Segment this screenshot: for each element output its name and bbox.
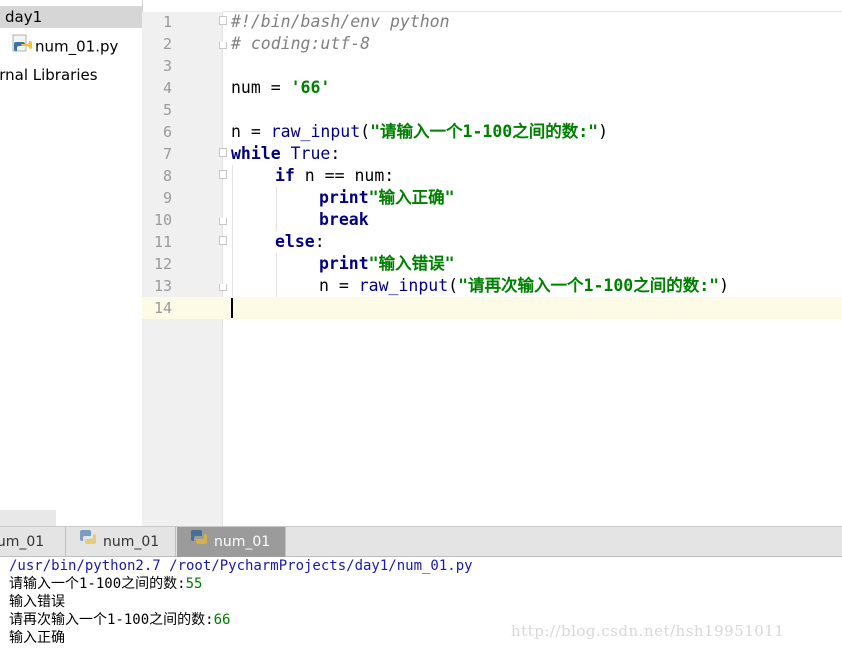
- code-string: "输入错误": [368, 254, 455, 273]
- text-caret: [231, 298, 233, 318]
- python-file-icon: [78, 527, 98, 557]
- code-function: raw_input: [270, 122, 361, 141]
- indent-guide: [276, 187, 277, 231]
- line-number: 3: [162, 57, 172, 75]
- code-token: n =: [231, 122, 271, 141]
- line-number: 4: [162, 79, 172, 97]
- console-prompt: 请输入一个1-100之间的数:: [9, 576, 186, 592]
- run-tab[interactable]: num_01: [66, 527, 176, 557]
- code-token: n == num:: [294, 166, 395, 185]
- current-line-highlight: [142, 297, 842, 319]
- project-tree: day1 num_01.py ernal Libraries: [0, 0, 143, 526]
- fold-marker-icon[interactable]: [219, 148, 227, 157]
- line-number: 5: [162, 101, 172, 119]
- console-line: 请再次输入一个1-100之间的数:66: [9, 611, 230, 629]
- tree-item-external-libraries[interactable]: ernal Libraries: [0, 64, 98, 86]
- code-line-4: num = '66': [231, 77, 330, 99]
- console-prompt: 请再次输入一个1-100之间的数:: [9, 612, 214, 628]
- console-output: 输入错误: [9, 594, 65, 610]
- sidebar-scrollbar[interactable]: [0, 510, 56, 526]
- run-tab[interactable]: num_01: [0, 527, 66, 557]
- console-command: /usr/bin/python2.7 /root/PycharmProjects…: [9, 558, 473, 574]
- console-output: 输入正确: [9, 630, 65, 646]
- code-line-11: else:: [275, 231, 325, 253]
- code-line-6: n = raw_input("请输入一个1-100之间的数:"): [231, 121, 608, 143]
- code-line-10: break: [319, 209, 369, 231]
- code-keyword: print: [319, 188, 369, 207]
- code-string: "输入正确": [368, 188, 455, 207]
- code-keyword: print: [319, 254, 369, 273]
- code-string: "请再次输入一个1-100之间的数:": [458, 276, 720, 295]
- line-number: 7: [162, 145, 172, 163]
- console-input: 66: [213, 612, 231, 628]
- run-tab-active[interactable]: num_01: [177, 527, 286, 557]
- code-string: "请输入一个1-100之间的数:": [370, 122, 599, 141]
- fold-marker-icon[interactable]: [219, 236, 227, 245]
- line-number: 13: [153, 277, 172, 295]
- run-tab-label: num_01: [214, 534, 271, 550]
- python-file-icon: [12, 34, 32, 60]
- watermark: http://blog.csdn.net/hsh19951011: [511, 622, 785, 640]
- code-token: ): [598, 122, 609, 141]
- code-token: (: [360, 122, 371, 141]
- run-tab-label: num_01: [103, 534, 160, 550]
- code-keyword: True: [290, 144, 331, 163]
- indent-guide: [232, 165, 233, 297]
- code-string: '66': [290, 78, 331, 97]
- line-number: 2: [162, 35, 172, 53]
- fold-end-icon[interactable]: [219, 218, 227, 225]
- console-input: 55: [185, 576, 203, 592]
- code-line-1: #!/bin/bash/env python: [231, 12, 450, 31]
- tree-item-day1[interactable]: day1: [0, 6, 142, 28]
- folder-label: day1: [5, 8, 43, 26]
- code-token: n =: [319, 276, 359, 295]
- line-number: 11: [153, 233, 172, 251]
- code-keyword: while: [231, 144, 281, 163]
- code-keyword: break: [319, 210, 369, 229]
- code-token: :: [330, 144, 341, 163]
- python-file-icon: [189, 527, 209, 557]
- tree-item-num-01[interactable]: num_01.py: [12, 34, 118, 56]
- run-tab-label: num_01: [0, 534, 45, 550]
- line-number: 12: [153, 255, 172, 273]
- console-line: 请输入一个1-100之间的数:55: [9, 575, 202, 593]
- code-line-9: print"输入正确": [319, 187, 455, 209]
- code-line-13: n = raw_input("请再次输入一个1-100之间的数:"): [319, 275, 729, 297]
- line-number: 8: [162, 167, 172, 185]
- code-function: raw_input: [358, 276, 449, 295]
- line-number: 9: [162, 189, 172, 207]
- line-number: 1: [162, 13, 172, 31]
- code-line-12: print"输入错误": [319, 253, 455, 275]
- code-token: ): [719, 276, 730, 295]
- line-number: 6: [162, 123, 172, 141]
- code-line-2: # coding:utf-8: [231, 34, 371, 53]
- code-token: num =: [231, 78, 291, 97]
- fold-marker-icon[interactable]: [219, 16, 227, 25]
- code-token: (: [448, 276, 459, 295]
- line-number: 14: [153, 299, 172, 317]
- code-token: :: [314, 232, 325, 251]
- external-libraries-label: ernal Libraries: [0, 66, 98, 84]
- code-line-8: if n == num:: [275, 165, 394, 187]
- indent-guide: [276, 253, 277, 297]
- code-line-7: while True:: [231, 143, 340, 165]
- line-number: 10: [153, 211, 172, 229]
- file-label: num_01.py: [35, 37, 119, 56]
- code-keyword: if: [275, 166, 295, 185]
- fold-marker-icon[interactable]: [219, 170, 227, 179]
- code-keyword: else: [275, 232, 315, 251]
- run-tab-bar: num_01 num_01 num_01: [0, 526, 842, 557]
- fold-end-icon[interactable]: [219, 42, 227, 49]
- fold-end-icon[interactable]: [219, 284, 227, 291]
